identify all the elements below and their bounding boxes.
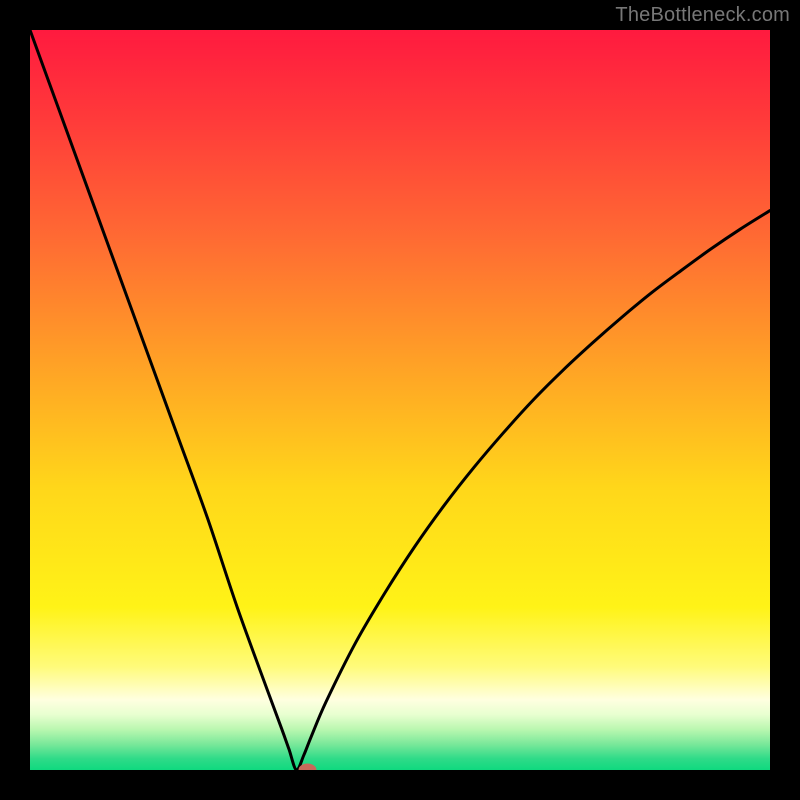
bottleneck-chart [30,30,770,770]
chart-frame [30,30,770,770]
gradient-background [30,30,770,770]
watermark-text: TheBottleneck.com [615,4,790,27]
